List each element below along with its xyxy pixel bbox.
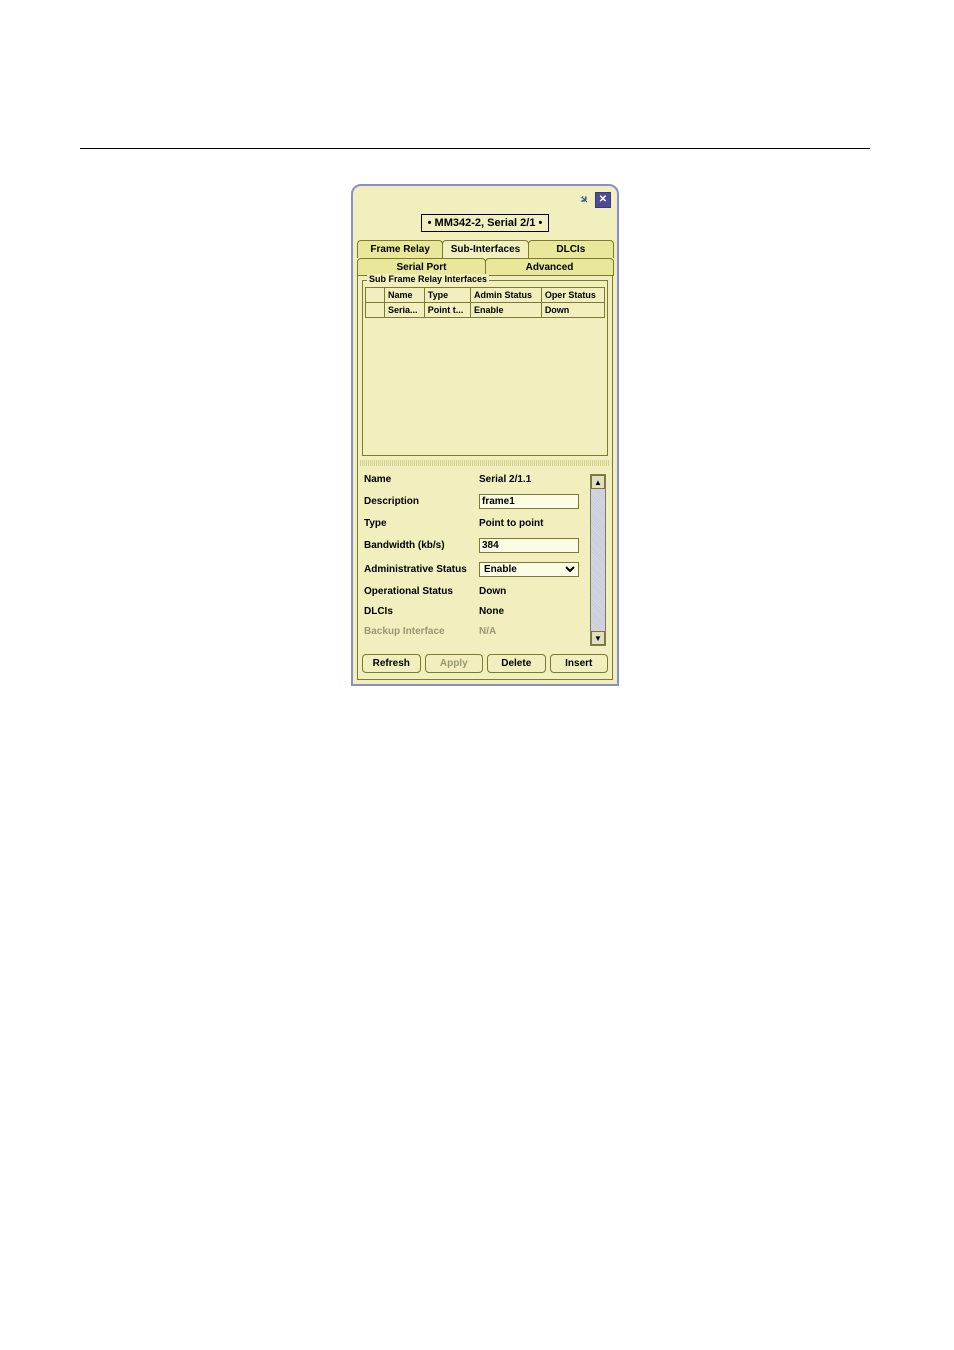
page-divider bbox=[80, 148, 870, 149]
oper-status-value: Down bbox=[479, 586, 586, 597]
description-input[interactable] bbox=[479, 494, 579, 509]
tab-panel: Sub Frame Relay Interfaces Name Type Adm… bbox=[357, 275, 613, 680]
form-body: Name Serial 2/1.1 Description Type Point… bbox=[364, 474, 586, 646]
tab-dlcis[interactable]: DLCIs bbox=[528, 240, 614, 258]
refresh-button[interactable]: Refresh bbox=[362, 654, 421, 673]
admin-status-select[interactable]: Enable bbox=[479, 562, 579, 577]
row-select-cell[interactable] bbox=[366, 303, 385, 318]
form-area: Name Serial 2/1.1 Description Type Point… bbox=[360, 468, 610, 648]
scroll-up-icon[interactable]: ▲ bbox=[591, 475, 605, 489]
row-oper: Down bbox=[541, 303, 604, 318]
close-icon[interactable]: ✕ bbox=[595, 192, 611, 208]
table-empty-area bbox=[365, 318, 605, 453]
oper-status-label: Operational Status bbox=[364, 586, 479, 597]
breadcrumb: • MM342-2, Serial 2/1 • bbox=[421, 214, 550, 232]
backup-if-value: N/A bbox=[479, 626, 586, 637]
name-header[interactable]: Name bbox=[385, 288, 425, 303]
type-label: Type bbox=[364, 518, 479, 529]
oper-header[interactable]: Oper Status bbox=[541, 288, 604, 303]
titlebar: ✈ ✕ bbox=[357, 190, 613, 208]
type-header[interactable]: Type bbox=[424, 288, 470, 303]
sub-if-table: Name Type Admin Status Oper Status Seria… bbox=[365, 287, 605, 318]
tab-sub-interfaces[interactable]: Sub-Interfaces bbox=[442, 240, 528, 258]
serial-config-dialog: ✈ ✕ • MM342-2, Serial 2/1 • Frame Relay … bbox=[351, 184, 619, 686]
delete-button[interactable]: Delete bbox=[487, 654, 546, 673]
tab-advanced[interactable]: Advanced bbox=[485, 258, 614, 276]
row-type: Point t... bbox=[424, 303, 470, 318]
description-label: Description bbox=[364, 496, 479, 507]
row-name: Seria... bbox=[385, 303, 425, 318]
button-bar: Refresh Apply Delete Insert bbox=[360, 648, 610, 677]
pin-icon[interactable]: ✈ bbox=[574, 190, 594, 210]
apply-button: Apply bbox=[425, 654, 484, 673]
type-value: Point to point bbox=[479, 518, 586, 529]
splitter[interactable] bbox=[360, 460, 610, 466]
dlcis-label: DLCIs bbox=[364, 606, 479, 617]
table-header-row: Name Type Admin Status Oper Status bbox=[366, 288, 605, 303]
tabs-row1: Frame Relay Sub-Interfaces DLCIs Serial … bbox=[357, 240, 613, 276]
dlcis-value: None bbox=[479, 606, 586, 617]
fieldset-legend: Sub Frame Relay Interfaces bbox=[367, 274, 489, 284]
admin-header[interactable]: Admin Status bbox=[471, 288, 542, 303]
scroll-down-icon[interactable]: ▼ bbox=[591, 631, 605, 645]
select-col-header bbox=[366, 288, 385, 303]
admin-status-label: Administrative Status bbox=[364, 564, 479, 575]
bandwidth-input[interactable] bbox=[479, 538, 579, 553]
insert-button[interactable]: Insert bbox=[550, 654, 609, 673]
tab-frame-relay[interactable]: Frame Relay bbox=[357, 240, 443, 258]
row-admin: Enable bbox=[471, 303, 542, 318]
table-row[interactable]: Seria... Point t... Enable Down bbox=[366, 303, 605, 318]
backup-if-label: Backup Interface bbox=[364, 626, 479, 637]
bandwidth-label: Bandwidth (kb/s) bbox=[364, 540, 479, 551]
sub-if-fieldset: Sub Frame Relay Interfaces Name Type Adm… bbox=[362, 280, 608, 456]
form-scrollbar[interactable]: ▲ ▼ bbox=[590, 474, 606, 646]
name-value: Serial 2/1.1 bbox=[479, 474, 586, 485]
name-label: Name bbox=[364, 474, 479, 485]
